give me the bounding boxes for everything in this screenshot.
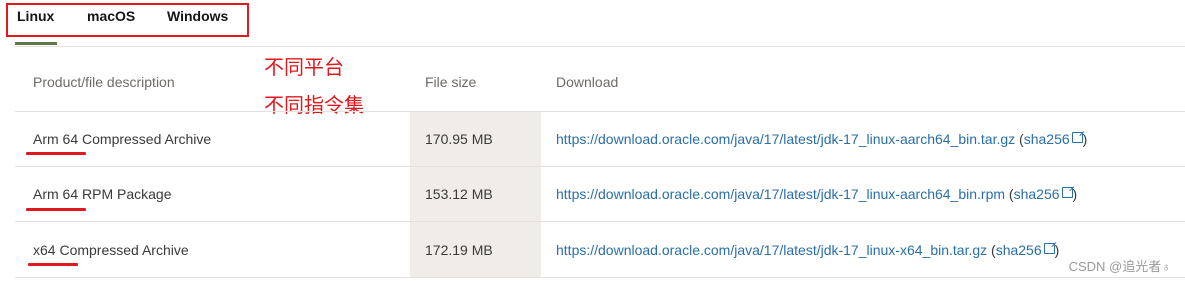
sha256-link[interactable]: sha256	[1014, 186, 1060, 202]
row-divider	[15, 111, 1185, 112]
annotation-platform: 不同平台	[264, 55, 344, 79]
download-cell: https://download.oracle.com/java/17/late…	[556, 186, 1077, 202]
red-underline-mark	[26, 208, 86, 211]
download-link[interactable]: https://download.oracle.com/java/17/late…	[556, 131, 1015, 147]
row-divider	[15, 166, 1185, 167]
tab-linux[interactable]: Linux	[17, 8, 54, 24]
external-link-icon[interactable]	[1071, 132, 1083, 143]
paren-open: (	[987, 242, 996, 258]
tabs-divider	[15, 46, 1185, 47]
row-product: x64 Compressed Archive	[33, 242, 189, 258]
red-underline-mark	[28, 263, 78, 266]
header-download: Download	[556, 74, 619, 90]
tab-macos[interactable]: macOS	[87, 8, 135, 24]
row-product: Arm 64 Compressed Archive	[33, 131, 212, 147]
row-divider	[15, 277, 1185, 278]
download-cell: https://download.oracle.com/java/17/late…	[556, 131, 1087, 147]
paren-close: )	[1072, 186, 1078, 202]
paren-close: )	[1054, 242, 1060, 258]
watermark: CSDN @追光者♁	[1068, 259, 1171, 274]
tab-windows[interactable]: Windows	[167, 8, 228, 24]
paren-open: (	[1015, 131, 1024, 147]
external-link-icon[interactable]	[1061, 187, 1073, 198]
annotation-instruction-set: 不同指令集	[264, 93, 364, 117]
paren-close: )	[1082, 131, 1088, 147]
download-cell: https://download.oracle.com/java/17/late…	[556, 242, 1059, 258]
sha256-link[interactable]: sha256	[1024, 131, 1070, 147]
download-link[interactable]: https://download.oracle.com/java/17/late…	[556, 242, 987, 258]
sha256-link[interactable]: sha256	[996, 242, 1042, 258]
header-file-size: File size	[425, 74, 477, 90]
header-product: Product/file description	[33, 74, 175, 90]
download-link[interactable]: https://download.oracle.com/java/17/late…	[556, 186, 1005, 202]
active-tab-indicator	[15, 42, 57, 45]
row-file-size: 170.95 MB	[425, 131, 493, 147]
row-file-size: 172.19 MB	[425, 242, 493, 258]
row-divider	[15, 221, 1185, 222]
red-underline-mark	[26, 152, 86, 155]
row-file-size: 153.12 MB	[425, 186, 493, 202]
paren-open: (	[1005, 186, 1014, 202]
external-link-icon[interactable]	[1043, 243, 1055, 254]
row-product: Arm 64 RPM Package	[33, 186, 172, 202]
